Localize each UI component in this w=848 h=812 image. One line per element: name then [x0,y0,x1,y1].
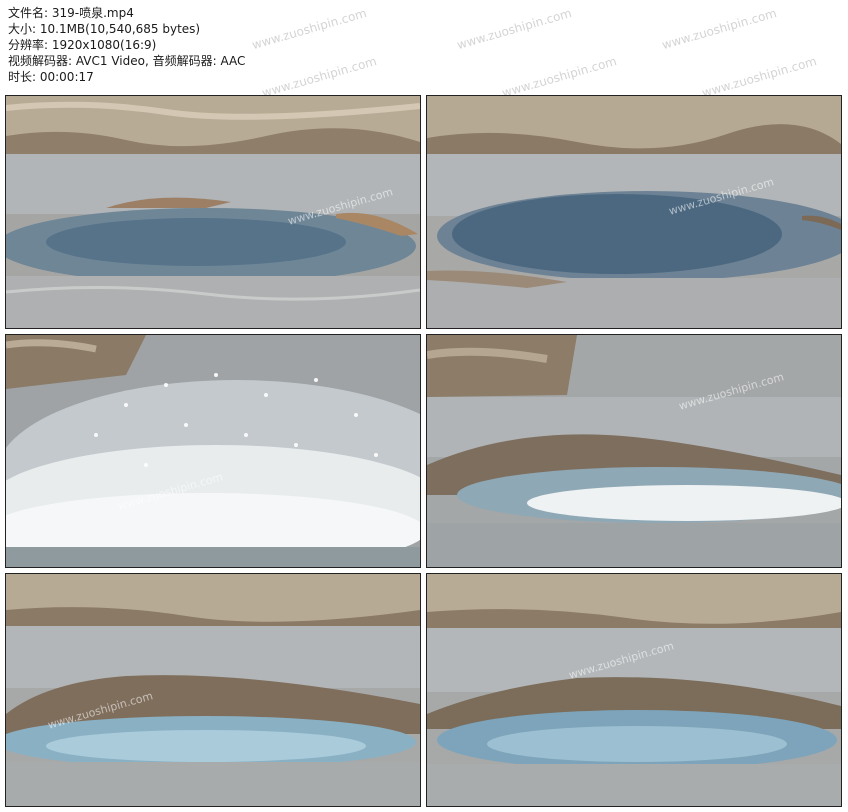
resolution-text: 分辨率: 1920x1080(16:9) [8,38,157,52]
video-thumbnail-3[interactable]: www.zuoshipin.com [5,334,421,568]
watermark: www.zuoshipin.com [455,5,574,53]
codec-text: 视频解码器: AVC1 Video, 音频解码器: AAC [8,54,246,68]
watermark: www.zuoshipin.com [660,5,779,53]
geyser-scene [427,574,841,806]
video-thumbnail-2[interactable]: www.zuoshipin.com [426,95,842,329]
file-info-panel: 文件名: 319-喷泉.mp4 大小: 10.1MB(10,540,685 by… [8,5,245,85]
geyser-scene [427,335,841,567]
geyser-scene [6,574,420,806]
video-thumbnail-6[interactable]: www.zuoshipin.com [426,573,842,807]
video-thumbnail-5[interactable]: www.zuoshipin.com [5,573,421,807]
file-name-text: 文件名: 319-喷泉.mp4 [8,6,134,20]
watermark: www.zuoshipin.com [500,53,619,101]
duration-text: 时长: 00:00:17 [8,70,94,84]
video-thumbnail-1[interactable]: www.zuoshipin.com [5,95,421,329]
geyser-scene [6,96,420,328]
geyser-scene [427,96,841,328]
watermark: www.zuoshipin.com [260,53,379,101]
geyser-scene [6,335,420,567]
watermark: www.zuoshipin.com [700,53,819,101]
watermark: www.zuoshipin.com [250,5,369,53]
file-size-text: 大小: 10.1MB(10,540,685 bytes) [8,22,201,36]
video-thumbnail-4[interactable]: www.zuoshipin.com [426,334,842,568]
